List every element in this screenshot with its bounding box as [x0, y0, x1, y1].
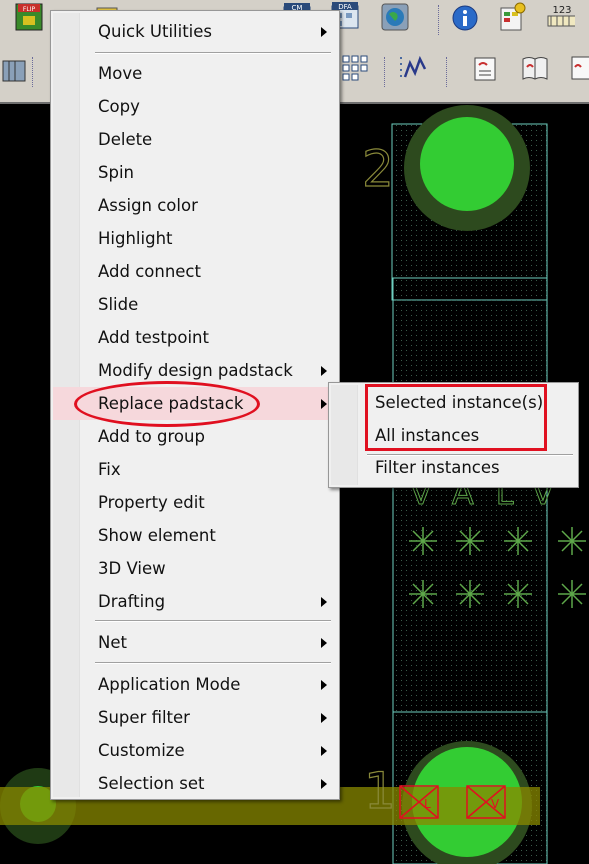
- menu-item-label: Spin: [98, 163, 134, 182]
- menu-item-label: Add to group: [98, 427, 205, 446]
- toolbar-separator: [384, 57, 387, 87]
- page-icon[interactable]: [566, 53, 589, 83]
- menu-item-quick-utilities[interactable]: Quick Utilities: [53, 15, 337, 48]
- book-icon[interactable]: [520, 53, 550, 83]
- part-label-v: V: [491, 797, 500, 811]
- menu-item-label: Drafting: [98, 592, 166, 611]
- menu-item-fix[interactable]: Fix: [53, 453, 337, 486]
- menu-item-slide[interactable]: Slide: [53, 288, 337, 321]
- menu-item-label: Copy: [98, 97, 140, 116]
- part-label-l: L: [424, 797, 431, 811]
- menu-item-label: 3D View: [98, 559, 166, 578]
- submenu-arrow-icon: [321, 638, 327, 648]
- menu-item-customize[interactable]: Customize: [53, 734, 337, 767]
- menu-item-assign-color[interactable]: Assign color: [53, 189, 337, 222]
- binder-icon[interactable]: [0, 55, 30, 85]
- menu-item-label: Customize: [98, 741, 185, 760]
- menu-separator: [95, 662, 331, 664]
- menu-item-label: Application Mode: [98, 675, 241, 694]
- info-icon[interactable]: [450, 3, 480, 33]
- menu-item-label: Slide: [98, 295, 139, 314]
- menu-item-label: Super filter: [98, 708, 190, 727]
- submenu-arrow-icon: [321, 779, 327, 789]
- svg-text:FLIP: FLIP: [23, 6, 36, 13]
- menu-item-add-connect[interactable]: Add connect: [53, 255, 337, 288]
- menu-item-label: Fix: [98, 460, 121, 479]
- submenu-item-label: Filter instances: [375, 458, 500, 477]
- submenu-arrow-icon: [321, 597, 327, 607]
- svg-text:123: 123: [552, 5, 571, 16]
- menu-item-label: Move: [98, 64, 143, 83]
- menu-item-label: Selection set: [98, 774, 205, 793]
- flip-icon[interactable]: FLIP: [14, 3, 44, 33]
- menu-item-label: Add connect: [98, 262, 201, 281]
- menu-item-label: Delete: [98, 130, 153, 149]
- menu-item-super-filter[interactable]: Super filter: [53, 701, 337, 734]
- menu-item-label: Assign color: [98, 196, 198, 215]
- submenu-arrow-icon: [321, 746, 327, 756]
- submenu-item-filter-instances[interactable]: Filter instances: [331, 451, 575, 484]
- menu-separator: [95, 52, 331, 54]
- menu-item-selection-set[interactable]: Selection set: [53, 767, 337, 800]
- submenu-arrow-icon: [321, 713, 327, 723]
- toolbar-separator: [32, 57, 35, 87]
- status-icon[interactable]: [498, 2, 528, 32]
- pin-number-bottom: 1: [364, 762, 396, 820]
- menu-item-move[interactable]: Move: [53, 57, 337, 90]
- submenu-arrow-icon: [321, 366, 327, 376]
- menu-separator: [95, 620, 331, 622]
- menu-item-label: Quick Utilities: [98, 22, 213, 41]
- menu-item-property-edit[interactable]: Property edit: [53, 486, 337, 519]
- menu-item-label: Show element: [98, 526, 216, 545]
- counter-icon[interactable]: 123: [545, 2, 575, 32]
- menu-item-spin[interactable]: Spin: [53, 156, 337, 189]
- menu-item-drafting[interactable]: Drafting: [53, 585, 337, 618]
- menu-item-show-element[interactable]: Show element: [53, 519, 337, 552]
- waveform-icon[interactable]: [398, 53, 428, 83]
- globe-icon[interactable]: [380, 2, 410, 32]
- menu-item-delete[interactable]: Delete: [53, 123, 337, 156]
- submenu-arrow-icon: [321, 27, 327, 37]
- grid-icon[interactable]: [340, 53, 370, 83]
- menu-item-net[interactable]: Net: [53, 626, 337, 659]
- menu-item-application-mode[interactable]: Application Mode: [53, 668, 337, 701]
- menu-item-label: Net: [98, 633, 127, 652]
- toolbar-separator: [438, 5, 441, 35]
- menu-item-add-testpoint[interactable]: Add testpoint: [53, 321, 337, 354]
- annotation-box: [365, 384, 547, 451]
- menu-item-copy[interactable]: Copy: [53, 90, 337, 123]
- submenu-arrow-icon: [321, 399, 327, 409]
- pad-top: [420, 117, 514, 211]
- menu-item-label: Property edit: [98, 493, 205, 512]
- menu-item-label: Highlight: [98, 229, 173, 248]
- menu-item-highlight[interactable]: Highlight: [53, 222, 337, 255]
- submenu-arrow-icon: [321, 680, 327, 690]
- script-icon[interactable]: [470, 53, 500, 83]
- svg-text:DFA: DFA: [338, 3, 352, 11]
- menu-item-label: Modify design padstack: [98, 361, 293, 380]
- pin-number-top: 2: [362, 140, 394, 198]
- annotation-ellipse: [74, 381, 260, 427]
- toolbar-separator: [446, 57, 449, 87]
- menu-item-3d-view[interactable]: 3D View: [53, 552, 337, 585]
- menu-item-label: Add testpoint: [98, 328, 209, 347]
